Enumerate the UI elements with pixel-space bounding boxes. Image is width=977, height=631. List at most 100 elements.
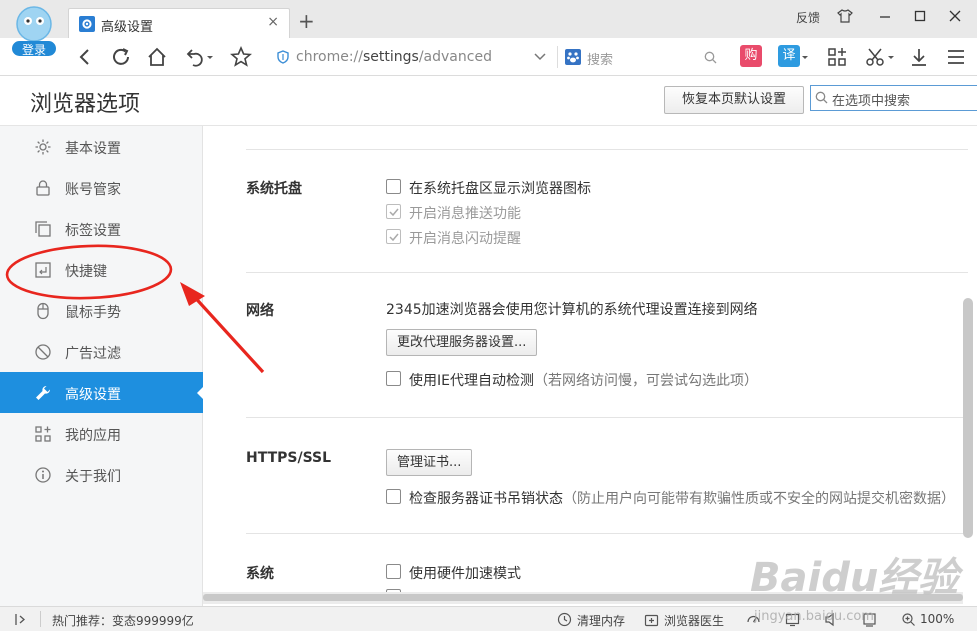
settings-content: 系统托盘 在系统托盘区显示浏览器图标 开启消息推送功能 开启消息闪动提醒 网络 …: [203, 126, 977, 592]
sidebar-item-mouse-gestures[interactable]: 鼠标手势: [0, 290, 203, 331]
ie-proxy-hint: （若网络访问慢，可尝试勾选此项）: [533, 373, 758, 389]
sidebar-item-tabs[interactable]: 标签设置: [0, 208, 203, 249]
address-bar[interactable]: chrome://settings/advanced: [268, 42, 556, 72]
settings-header: 浏览器选项 恢复本页默认设置 在选项中搜索: [0, 76, 977, 126]
sidebar-item-label: 标签设置: [65, 223, 121, 239]
hot-recommendation[interactable]: 热门推荐：变态999999亿: [52, 612, 194, 629]
sidebar-item-adblock[interactable]: 广告过滤: [0, 331, 203, 372]
section-divider: [246, 417, 968, 418]
close-window-icon[interactable]: [942, 5, 968, 27]
tab-close-button[interactable]: ×: [267, 14, 279, 30]
section-divider: [246, 272, 968, 273]
feedback-link[interactable]: 反馈: [796, 9, 820, 26]
sidebar-item-about[interactable]: 关于我们: [0, 454, 203, 495]
sidebar-item-basic[interactable]: 基本设置: [0, 126, 203, 167]
toolbar-divider: [557, 46, 558, 68]
screenshot-dropdown-icon[interactable]: [886, 46, 896, 68]
translate-dropdown-icon[interactable]: [800, 46, 810, 68]
baidu-watermark: Baidu经验 jingyan.baidu.com: [740, 545, 977, 624]
mouse-icon: [37, 302, 49, 320]
sidebar-item-shortcuts[interactable]: 快捷键: [0, 249, 203, 290]
translate-icon[interactable]: 译: [778, 45, 800, 67]
undo-dropdown-icon[interactable]: [205, 46, 215, 68]
url-host: settings: [363, 49, 419, 65]
info-icon: [35, 467, 51, 483]
wrench-icon: [36, 385, 51, 400]
reset-defaults-button[interactable]: 恢复本页默认设置: [664, 86, 804, 114]
menu-icon[interactable]: [945, 46, 967, 68]
clear-memory-icon: [557, 612, 572, 627]
hw-accel-checkbox[interactable]: [386, 564, 401, 579]
keyboard-icon: [35, 262, 51, 278]
settings-search-input[interactable]: 在选项中搜索: [810, 85, 977, 111]
tabs-icon: [35, 221, 51, 237]
search-icon[interactable]: [704, 51, 717, 64]
download-icon[interactable]: [908, 46, 930, 68]
sidebar-item-advanced[interactable]: 高级设置: [0, 372, 204, 413]
revocation-hint: （防止用户向可能带有欺骗性质或不安全的网站提交机密数据）: [563, 491, 955, 507]
gear-icon: [35, 139, 51, 155]
vertical-scrollbar[interactable]: [963, 298, 973, 538]
section-divider: [246, 533, 968, 534]
apps-icon: [35, 426, 51, 442]
sidebar-item-label: 关于我们: [65, 469, 121, 485]
new-tab-button[interactable]: +: [298, 9, 315, 33]
clear-memory-button[interactable]: 清理内存: [577, 612, 625, 629]
apps-grid-icon[interactable]: [826, 46, 848, 68]
tab-title: 高级设置: [101, 20, 154, 35]
undo-close-icon[interactable]: [184, 46, 206, 68]
network-description: 2345加速浏览器会使用您计算机的系统代理设置连接到网络: [386, 302, 758, 318]
push-checkbox: [386, 204, 401, 219]
search-placeholder: 搜索: [587, 53, 614, 68]
search-box[interactable]: 搜索: [560, 42, 728, 72]
proxy-settings-button[interactable]: 更改代理服务器设置...: [386, 329, 538, 356]
status-divider: [40, 611, 41, 627]
refresh-icon[interactable]: [110, 46, 132, 68]
maximize-icon[interactable]: [907, 5, 933, 27]
block-icon: [35, 344, 51, 360]
revocation-label: 检查服务器证书吊销状态: [409, 491, 563, 507]
revocation-checkbox[interactable]: [386, 489, 401, 504]
user-avatar[interactable]: 登录: [10, 4, 58, 58]
skin-icon[interactable]: [832, 5, 858, 27]
watermark-text: Baidu经验: [750, 555, 959, 601]
manage-certificates-button[interactable]: 管理证书...: [386, 449, 473, 476]
title-bar: 高级设置 × + 反馈: [0, 0, 977, 38]
sidebar-item-label: 高级设置: [65, 387, 121, 403]
section-title-https: HTTPS/SSL: [246, 450, 332, 466]
sidebar-toggle-icon[interactable]: [14, 613, 28, 626]
login-button[interactable]: 登录: [22, 41, 46, 58]
home-icon[interactable]: [146, 46, 168, 68]
flash-checkbox: [386, 229, 401, 244]
doctor-icon: [644, 614, 659, 627]
search-engine-paw-icon: [565, 49, 581, 65]
bookmark-star-icon[interactable]: [230, 46, 252, 68]
sidebar-item-account[interactable]: 账号管家: [0, 167, 203, 208]
url-path: /advanced: [418, 49, 492, 65]
back-icon[interactable]: [74, 46, 96, 68]
minimize-icon[interactable]: [872, 5, 898, 27]
sidebar-item-label: 快捷键: [65, 264, 107, 280]
flash-label: 开启消息闪动提醒: [409, 231, 521, 247]
sidebar-item-label: 我的应用: [65, 428, 121, 444]
section-divider: [246, 149, 968, 150]
watermark-url: jingyan.baidu.com: [754, 609, 874, 624]
sidebar-item-label: 鼠标手势: [65, 305, 121, 321]
tab-advanced-settings[interactable]: 高级设置 ×: [68, 8, 290, 38]
address-dropdown-icon[interactable]: [534, 52, 546, 62]
security-shield-icon: [277, 50, 289, 64]
section-title-system: 系统: [246, 566, 274, 582]
section-title-network: 网络: [246, 303, 274, 319]
sidebar-item-my-apps[interactable]: 我的应用: [0, 413, 203, 454]
settings-search-icon: [815, 91, 828, 104]
sidebar-item-label: 广告过滤: [65, 346, 121, 362]
tray-icon-checkbox[interactable]: [386, 179, 401, 194]
push-label: 开启消息推送功能: [409, 206, 521, 222]
section-title-tray: 系统托盘: [246, 181, 302, 197]
settings-gear-icon: [79, 16, 95, 32]
screenshot-scissors-icon[interactable]: [864, 46, 886, 68]
ie-proxy-checkbox[interactable]: [386, 371, 401, 386]
shopping-icon[interactable]: 购: [740, 45, 762, 67]
address-toolbar: chrome://settings/advanced 搜索 购 译: [0, 38, 977, 76]
browser-doctor-button[interactable]: 浏览器医生: [664, 612, 724, 629]
